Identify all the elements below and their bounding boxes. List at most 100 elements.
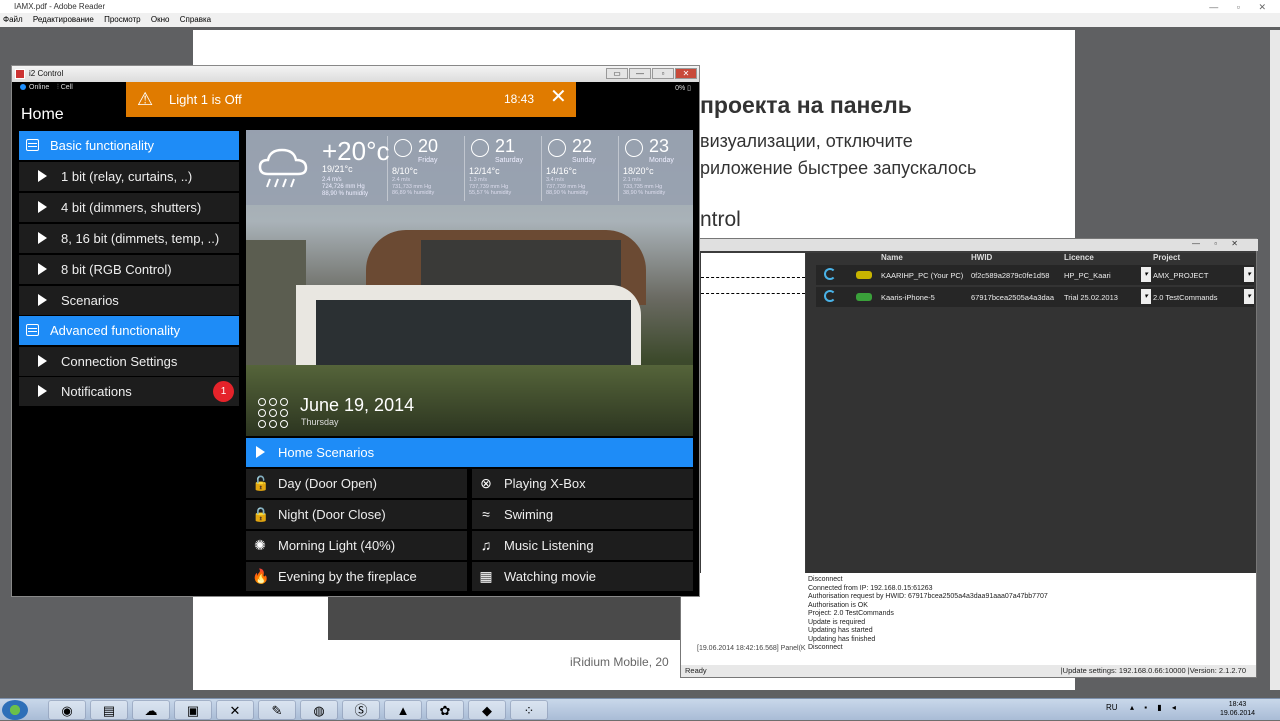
menu-8bit-rgb[interactable]: 8 bit (RGB Control) <box>19 255 239 284</box>
home-scenarios-header[interactable]: Home Scenarios <box>246 438 693 467</box>
reader-title-bar: IAMX.pdf - Adobe Reader — ▫ ✕ <box>0 0 1280 13</box>
cloud-app-icon[interactable]: ☁ <box>132 700 170 720</box>
swim-icon: ≈ <box>482 506 490 522</box>
skype-icon[interactable]: Ⓢ <box>342 700 380 720</box>
unlock-icon: 🔓 <box>252 475 270 491</box>
window-controls: ▭ — ▫ ✕ <box>606 68 697 80</box>
connection-status: Online ⫶ Cell <box>20 84 73 92</box>
play-icon <box>38 201 47 213</box>
menu-connection-settings[interactable]: Connection Settings <box>19 347 239 376</box>
log-line: Updating has finished <box>808 635 876 643</box>
col-name[interactable]: Name <box>881 253 903 262</box>
acrobat-icon[interactable]: ▲ <box>384 700 422 720</box>
chrome-icon[interactable]: ◍ <box>300 700 338 720</box>
menu-1bit[interactable]: 1 bit (relay, curtains, ..) <box>19 162 239 191</box>
sync-icon[interactable] <box>824 268 836 280</box>
clock-date: 19.06.2014 <box>1220 710 1256 717</box>
col-project[interactable]: Project <box>1153 253 1180 262</box>
col-hwid[interactable]: HWID <box>971 253 992 262</box>
notepad-app-icon[interactable]: ✎ <box>258 700 296 720</box>
scenario-night-door-close[interactable]: 🔒 Night (Door Close) <box>246 500 467 529</box>
licence-dropdown[interactable]: ▾ <box>1141 267 1151 282</box>
cell-label: Cell <box>60 84 73 91</box>
scenario-evening-fireplace[interactable]: 🔥 Evening by the fireplace <box>246 562 467 591</box>
server-status-bar: Ready |Update settings: 192.168.0.66:100… <box>681 665 1256 677</box>
scenario-morning-light[interactable]: ✺ Morning Light (40%) <box>246 531 467 560</box>
scenario-label: Music Listening <box>504 538 594 553</box>
close-button[interactable]: ✕ <box>675 68 697 79</box>
pdf-paragraph: риложение быстрее запускалось <box>700 158 977 178</box>
col-licence[interactable]: Licence <box>1064 253 1094 262</box>
language-indicator[interactable]: RU <box>1106 703 1118 712</box>
page-title: Home <box>21 106 64 123</box>
menu-view[interactable]: Просмотр <box>104 15 141 24</box>
online-dot-icon <box>20 84 26 91</box>
log-line: Update is required <box>808 618 866 626</box>
explorer-folder-icon[interactable]: ▤ <box>90 700 128 720</box>
scenario-day-door-open[interactable]: 🔓 Day (Door Open) <box>246 469 467 498</box>
fullscreen-button[interactable]: ▭ <box>606 68 628 79</box>
log-line: Authorisation request by HWID: 67917bcea… <box>808 593 1048 600</box>
iridium-app-icon[interactable]: ◆ <box>468 700 506 720</box>
cell-project: 2.0 TestCommands <box>1153 293 1218 302</box>
online-label: Online <box>29 84 50 91</box>
scenario-music-listening[interactable]: ♫ Music Listening <box>472 531 693 560</box>
tools-app-icon[interactable]: ✕ <box>216 700 254 720</box>
table-row[interactable]: Kaaris-iPhone-5 67917bcea2505a4a3daa Tri… <box>816 287 1254 307</box>
log-line: Authorisation is OK <box>808 601 868 609</box>
forecast-day: 21 Saturday 12/14°c 1.3 m/s 737,739 mm Hg… <box>464 136 540 201</box>
flower-app-icon[interactable]: ✿ <box>426 700 464 720</box>
licence-dropdown[interactable]: ▾ <box>1141 289 1151 304</box>
cell-licence: Trial 25.02.2013 <box>1064 293 1118 302</box>
firefox-icon[interactable]: ◉ <box>48 700 86 720</box>
table-row[interactable]: KAARIHP_PC (Your PC) 0f2c589a2879c0fe1d5… <box>816 265 1254 285</box>
project-dropdown[interactable]: ▾ <box>1244 267 1254 282</box>
tray-icons[interactable]: ▴ ▪ ▮ ◂ <box>1130 703 1180 712</box>
devices-table: Name HWID Licence Project KAARIHP_PC (Yo… <box>806 253 1256 573</box>
close-icon[interactable]: ✕ <box>550 87 567 107</box>
cell-licence: HP_PC_Kaari <box>1064 271 1111 280</box>
menu-edit[interactable]: Редактирование <box>33 15 94 24</box>
pdf-paragraph: ntrol <box>700 208 741 231</box>
menu-4bit[interactable]: 4 bit (dimmers, shutters) <box>19 193 239 222</box>
menu-advanced-functionality[interactable]: Advanced functionality <box>19 316 239 345</box>
server-window-buttons[interactable]: — ▫ ✕ <box>1192 239 1244 248</box>
project-dropdown[interactable]: ▾ <box>1244 289 1254 304</box>
scenario-playing-xbox[interactable]: ⊗ Playing X-Box <box>472 469 693 498</box>
log-lines: Disconnect Connected from IP: 192.168.0.… <box>808 576 1048 653</box>
pdf-footer: iRidium Mobile, 20 <box>570 655 669 669</box>
weather-widget[interactable]: +20°c 19/21°c 2.4 m/s 724,726 mm Hg 88,9… <box>246 130 693 205</box>
window-title: i2 Control <box>29 69 64 78</box>
forecast-range: 12/14°c <box>469 166 500 176</box>
notification-toast[interactable]: ⚠ Light 1 is Off 18:43 ✕ <box>126 82 576 117</box>
cell-hwid: 0f2c589a2879c0fe1d58 <box>971 271 1050 280</box>
i2-title-bar: i2 Control ▭ — ▫ ✕ <box>12 66 699 82</box>
reader-menu-bar: Файл Редактирование Просмотр Окно Справк… <box>0 13 1280 27</box>
play-icon <box>38 355 47 367</box>
i2-control-app-icon[interactable]: ⁘ <box>510 700 548 720</box>
menu-8-16bit[interactable]: 8, 16 bit (dimmets, temp, ..) <box>19 224 239 253</box>
forecast-range: 8/10°c <box>392 166 418 176</box>
save-app-icon[interactable]: ▣ <box>174 700 212 720</box>
menu-notifications[interactable]: Notifications 1 <box>19 377 239 406</box>
menu-basic-functionality[interactable]: Basic functionality <box>19 131 239 160</box>
minimize-button[interactable]: — <box>629 68 651 79</box>
menu-scenarios[interactable]: Scenarios <box>19 286 239 315</box>
system-clock[interactable]: 18:43 19.06.2014 <box>1220 700 1255 718</box>
sync-icon[interactable] <box>824 290 836 302</box>
play-icon <box>38 385 47 397</box>
menu-help[interactable]: Справка <box>180 15 211 24</box>
scenario-watching-movie[interactable]: ▦ Watching movie <box>472 562 693 591</box>
menu-window[interactable]: Окно <box>151 15 170 24</box>
maximize-button[interactable]: ▫ <box>652 68 674 79</box>
menu-file[interactable]: Файл <box>3 15 23 24</box>
scenario-swiming[interactable]: ≈ Swiming <box>472 500 693 529</box>
forecast-day: 22 Sunday 14/16°c 3.4 m/s 737,739 mm Hg 88… <box>541 136 617 201</box>
cell-name: Kaaris-iPhone-5 <box>881 293 935 302</box>
start-button[interactable] <box>2 700 28 720</box>
reader-scrollbar[interactable] <box>1270 30 1280 690</box>
scenario-label: Evening by the fireplace <box>278 569 417 584</box>
battery-icon: ▯ <box>687 85 691 92</box>
status-settings: |Update settings: 192.168.0.66:10000 |Ve… <box>1060 666 1246 675</box>
scenario-label: Swiming <box>504 507 554 522</box>
